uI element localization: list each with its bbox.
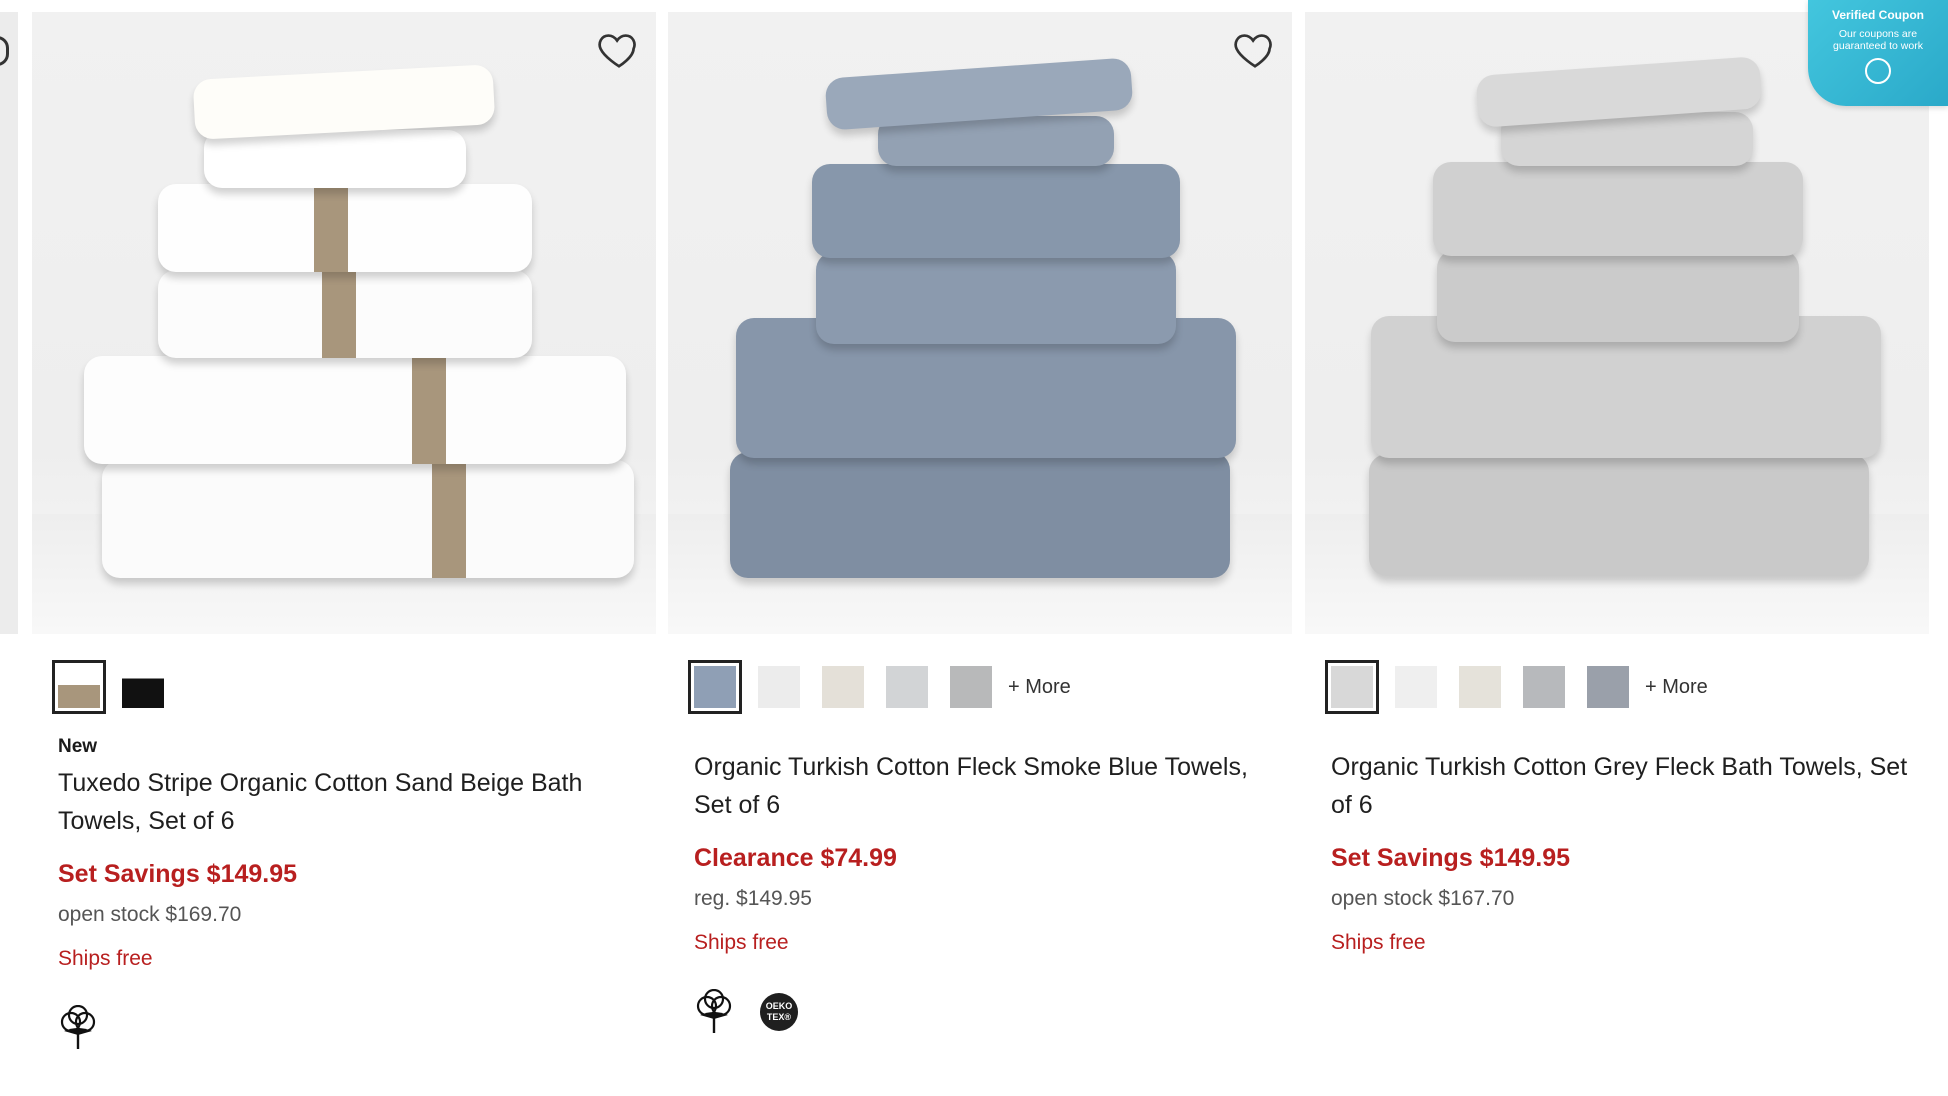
product-title[interactable]: Organic Turkish Cotton Grey Fleck Bath T… [1331,748,1911,824]
shipping-note: Ships free [58,947,153,970]
product-info: Organic Turkish Cotton Grey Fleck Bath T… [1331,748,1911,955]
color-swatches [52,660,186,714]
previous-arrow-icon[interactable] [0,36,9,66]
oeko-tex-text-1: OEKO [765,1001,793,1011]
regular-price: reg. $149.95 [694,887,812,910]
product-card: New Tuxedo Stripe Organic Cotton Sand Be… [32,12,656,1049]
sale-price: Clearance $74.99 [694,844,897,872]
coupon-text-line-1: Our coupons are [1838,28,1918,40]
product-title[interactable]: Tuxedo Stripe Organic Cotton Sand Beige … [58,764,638,840]
organic-cotton-icon [694,989,734,1035]
product-card: + More Organic Turkish Cotton Fleck Smok… [668,12,1292,1033]
product-info: Organic Turkish Cotton Fleck Smoke Blue … [694,748,1274,1035]
product-image[interactable] [32,12,656,634]
color-swatches: + More [688,660,1071,714]
swatch-sand[interactable] [822,666,864,708]
swatch-smoke-blue[interactable] [1587,666,1629,708]
swatch-white[interactable] [758,666,800,708]
product-info: New Tuxedo Stripe Organic Cotton Sand Be… [58,736,638,1051]
more-colors-link[interactable]: + More [1008,676,1071,699]
swatch-smoke-blue[interactable] [688,660,742,714]
oeko-tex-icon: OEKO TEX® [760,993,798,1031]
new-badge: New [58,736,98,757]
verified-coupon-widget[interactable]: Verified Coupon Our coupons are guarante… [1808,0,1948,106]
feature-icons [58,1005,638,1051]
oeko-tex-text-2: TEX® [766,1012,792,1022]
organic-cotton-icon [58,1005,98,1051]
swatch-grey[interactable] [1523,666,1565,708]
feature-icons: OEKO TEX® [694,989,1274,1035]
swatch-grey[interactable] [950,666,992,708]
more-colors-link[interactable]: + More [1645,676,1708,699]
product-title[interactable]: Organic Turkish Cotton Fleck Smoke Blue … [694,748,1274,824]
swatch-black[interactable] [122,666,164,708]
swatch-grey-fleck[interactable] [1325,660,1379,714]
favorite-heart-icon[interactable] [1232,26,1278,72]
shipping-note: Ships free [694,931,789,954]
shipping-note: Ships free [1331,931,1426,954]
favorite-heart-icon[interactable] [596,26,642,72]
coupon-text-line-2: guaranteed to work [1833,40,1923,52]
coupon-title: Verified Coupon [1831,8,1924,22]
sale-price: Set Savings $149.95 [1331,844,1571,872]
product-card: + More Organic Turkish Cotton Grey Fleck… [1305,12,1929,954]
chat-icon [1865,58,1891,84]
swatch-sand-beige[interactable] [52,660,106,714]
regular-price: open stock $167.70 [1331,887,1515,910]
swatch-white[interactable] [1395,666,1437,708]
color-swatches: + More [1325,660,1708,714]
swatch-light-grey[interactable] [886,666,928,708]
regular-price: open stock $169.70 [58,903,242,926]
previous-card-edge [0,12,18,634]
swatch-sand[interactable] [1459,666,1501,708]
product-image[interactable] [1305,12,1929,634]
sale-price: Set Savings $149.95 [58,860,298,888]
product-image[interactable] [668,12,1292,634]
